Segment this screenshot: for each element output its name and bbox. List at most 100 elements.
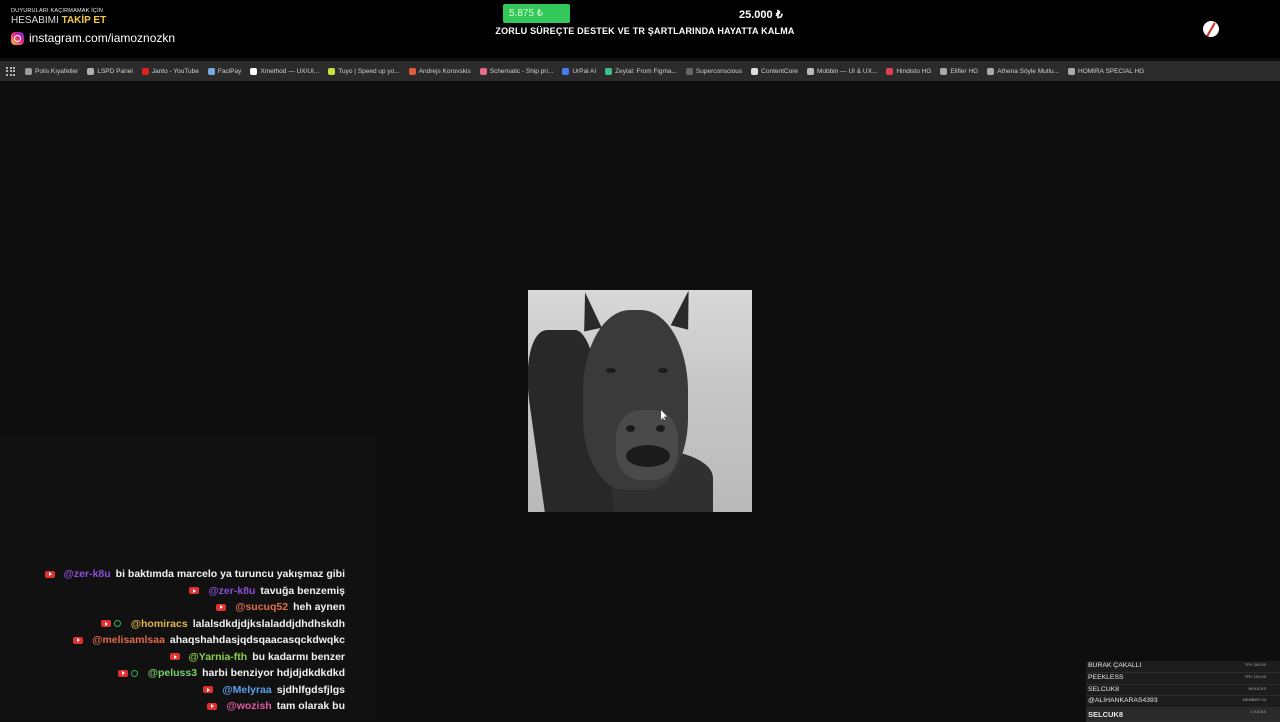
instagram-icon bbox=[11, 31, 24, 45]
chat-message: @sucuq52 heh aynen bbox=[45, 599, 345, 616]
supporter-amount: 1 KICKS bbox=[1250, 709, 1266, 715]
tuyo-icon bbox=[328, 67, 336, 75]
bookmark-item[interactable]: Zeytal: From Figma... bbox=[605, 67, 677, 75]
bookmark-label: Elifler HG bbox=[950, 67, 979, 75]
chat-text: heh aynen bbox=[293, 601, 345, 614]
bookmark-label: UrPal AI bbox=[572, 67, 597, 75]
bookmark-item[interactable]: UrPal AI bbox=[562, 67, 597, 75]
bookmark-item[interactable]: Andrejs Korovskis bbox=[408, 67, 471, 75]
bookmark-label: ContentCore bbox=[761, 67, 799, 75]
supporter-amount: TRY 100.00 bbox=[1244, 673, 1266, 679]
globe-icon bbox=[207, 67, 215, 75]
chat-message: @Melyraa sjdhlfgdsfjlgs bbox=[45, 682, 345, 699]
instagram-link: instagram.com/iamoznozkn bbox=[11, 31, 181, 45]
x-icon bbox=[250, 67, 258, 75]
chat-username: @melisamlsaa bbox=[92, 634, 165, 647]
chat-text: tam olarak bu bbox=[276, 700, 345, 713]
figma-icon bbox=[408, 67, 416, 75]
chat-username: @Melyraa bbox=[222, 683, 272, 696]
youtube-icon bbox=[117, 669, 128, 677]
bookmark-item[interactable]: Athena Söyle Mutlu... bbox=[987, 67, 1060, 75]
chat-username: @sucuq52 bbox=[235, 601, 289, 614]
youtube-icon bbox=[216, 603, 227, 611]
bookmark-item[interactable]: Janto - YouTube bbox=[141, 67, 199, 75]
chat-username: @peluss3 bbox=[147, 667, 198, 680]
chat-username: @wozish bbox=[226, 700, 272, 713]
bookmark-label: Xmethod — UX/UI... bbox=[260, 67, 320, 75]
bookmark-item[interactable]: LSPD Panel bbox=[87, 67, 133, 75]
mobbin-icon bbox=[807, 67, 815, 75]
urpal-icon bbox=[562, 67, 570, 75]
bookmark-label: HOMIRA SPECIAL HG bbox=[1078, 67, 1145, 75]
bookmarks-bar: Polis Kıyafetler LSPD Panel Janto - YouTub… bbox=[0, 61, 1280, 81]
bookmark-label: Athena Söyle Mutlu... bbox=[997, 67, 1060, 75]
bookmark-item[interactable]: Xmethod — UX/UI... bbox=[250, 67, 320, 75]
chat-text: lalalsdkdjdjkslaladdjdhdhskdh bbox=[192, 617, 345, 630]
folder-icon bbox=[25, 67, 32, 75]
bookmark-item[interactable]: Elifler HG bbox=[940, 67, 979, 75]
bookmark-item[interactable]: Polis Kıyafetler bbox=[25, 67, 79, 75]
leaderboard-row: PEEKLESS TRY 100.00 bbox=[1086, 672, 1280, 685]
globe-icon bbox=[940, 67, 948, 75]
chat-message: @zer-k8u bi baktımda marcelo ya turuncu y… bbox=[44, 566, 345, 583]
chat-message: @wozish tam olarak bu bbox=[45, 698, 345, 715]
chat-message: @peluss3 harbi benziyor hdjdjdkdkdkd bbox=[45, 665, 345, 682]
youtube-icon bbox=[73, 636, 84, 644]
chat-username: @zer-k8u bbox=[63, 568, 111, 581]
chat-overlay: @zer-k8u bi baktımda marcelo ya turuncu y… bbox=[44, 566, 345, 715]
bookmark-item[interactable]: Superconscious bbox=[685, 67, 742, 75]
badge-icon bbox=[87, 67, 95, 75]
bookmark-label: Schematic - Ship pri... bbox=[489, 67, 554, 75]
chat-username: @zer-k8u bbox=[208, 584, 256, 597]
bookmark-item[interactable]: Tuyo | Speed up yo... bbox=[328, 67, 400, 75]
supporter-amount: MEMBER X4 bbox=[1242, 697, 1266, 703]
youtube-icon bbox=[44, 570, 55, 578]
zeytal-icon bbox=[605, 67, 613, 75]
promo-line2-prefix: HESABIMI bbox=[11, 15, 59, 26]
bookmark-item[interactable]: FaciPay bbox=[207, 67, 242, 75]
bookmark-label: Zeytal: From Figma... bbox=[615, 67, 677, 75]
bookmark-item[interactable]: HOMIRA SPECIAL HG bbox=[1068, 67, 1145, 75]
bookmark-label: Tuyo | Speed up yo... bbox=[338, 67, 400, 75]
supporter-name: BURAK ÇAKALLI bbox=[1088, 662, 1142, 669]
chat-text: ahaqshahdasjqdsqaacasqckdwqkc bbox=[169, 634, 345, 647]
apps-grid-icon[interactable] bbox=[6, 66, 15, 76]
chat-text: bu kadarmı benzer bbox=[252, 650, 345, 663]
chat-message: @melisamlsaa ahaqshahdasjqdsqaacasqckdwqk… bbox=[45, 632, 345, 649]
bookmark-label: LSPD Panel bbox=[97, 67, 133, 75]
bookmark-item[interactable]: Hindisto HG bbox=[886, 67, 932, 75]
horse-meme-image bbox=[528, 290, 752, 512]
donation-goal-current: 5.875 ₺ bbox=[509, 8, 544, 19]
youtube-icon bbox=[141, 67, 149, 75]
chat-text: sjdhlfgdsfjlgs bbox=[276, 683, 345, 696]
youtube-icon bbox=[100, 620, 111, 628]
supporter-name: PEEKLESS bbox=[1088, 673, 1124, 681]
promo-line2-highlight: TAKİP ET bbox=[61, 15, 107, 26]
bookmark-label: Hindisto HG bbox=[896, 67, 932, 75]
youtube-icon bbox=[189, 587, 200, 595]
bookmark-item[interactable]: ContentCore bbox=[751, 67, 799, 75]
leaderboard-row: BURAK ÇAKALLI TRY 250.00 bbox=[1086, 661, 1280, 673]
stream-top-overlay: DUYURULARI KAÇIRMAMAK İÇİN HESABIMI TAKİ… bbox=[0, 0, 1280, 58]
chat-message: @Yarnia-fth bu kadarmı benzer bbox=[45, 649, 345, 666]
bookmark-label: FaciPay bbox=[217, 67, 242, 75]
youtube-icon bbox=[207, 702, 218, 710]
bookmark-item[interactable]: Schematic - Ship pri... bbox=[479, 67, 554, 75]
chat-message: @zer-k8u tavuğa benzemiş bbox=[45, 583, 345, 600]
chat-text: tavuğa benzemiş bbox=[260, 584, 345, 597]
bookmark-label: Polis Kıyafetler bbox=[35, 67, 79, 75]
chat-username: @homiracs bbox=[130, 617, 188, 630]
supporter-leaderboard: BURAK ÇAKALLI TRY 250.00 PEEKLESS TRY 100.0… bbox=[1086, 661, 1280, 722]
bookmark-label: Mobbin — UI & UX... bbox=[817, 67, 878, 75]
supporter-amount: 56 KICKS bbox=[1248, 685, 1266, 691]
bookmark-label: Janto - YouTube bbox=[151, 67, 199, 75]
cloud-icon bbox=[751, 67, 759, 75]
youtube-icon bbox=[203, 686, 214, 694]
leaderboard-row: SELCUK8 56 KICKS bbox=[1086, 684, 1280, 697]
superconscious-icon bbox=[685, 67, 693, 75]
bookmark-item[interactable]: Mobbin — UI & UX... bbox=[807, 67, 878, 75]
chat-text: harbi benziyor hdjdjdkdkdkd bbox=[202, 667, 345, 680]
promo-line1: DUYURULARI KAÇIRMAMAK İÇİN bbox=[11, 8, 103, 14]
hindisto-icon bbox=[886, 67, 894, 75]
chat-username: @Yarnia-fth bbox=[188, 650, 248, 663]
